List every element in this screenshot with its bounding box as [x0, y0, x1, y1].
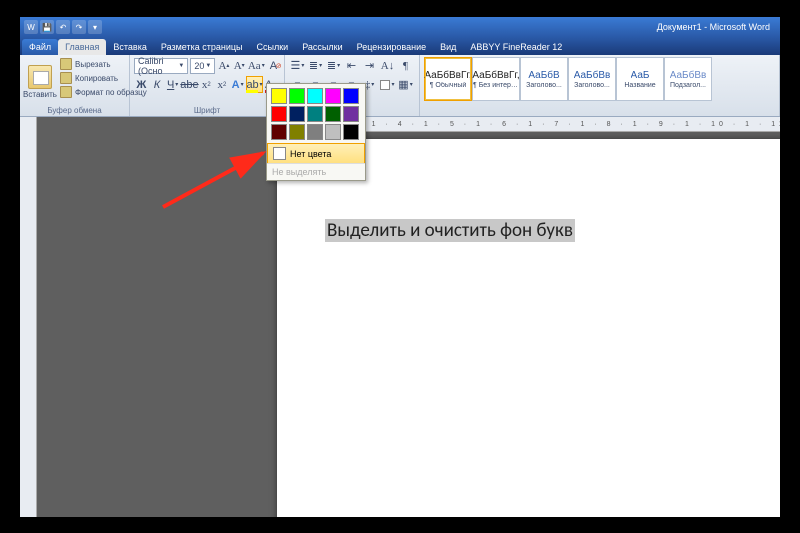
style-card[interactable]: АаБбВвЗаголово... [568, 57, 616, 101]
window-title: Документ1 - Microsoft Word [657, 22, 770, 32]
copy-icon [60, 72, 72, 84]
undo-icon[interactable]: ↶ [56, 20, 70, 34]
decrease-indent-button[interactable]: ⇤ [343, 57, 360, 74]
quick-access-toolbar: W 💾 ↶ ↷ ▾ [24, 20, 102, 34]
tab-view[interactable]: Вид [433, 39, 463, 55]
brush-icon [60, 86, 72, 98]
underline-button[interactable]: Ч▾ [165, 76, 180, 93]
change-case-button[interactable]: Aa▾ [248, 57, 265, 74]
workspace: · 1 · 2 · 3 · 1 · 4 · 1 · 5 · 1 · 6 · 1 … [20, 117, 780, 517]
group-styles: АаБбВвГг,¶ ОбычныйАаБбВвГг,¶ Без интерв.… [420, 55, 780, 116]
style-card[interactable]: АаБбВЗаголово... [520, 57, 568, 101]
style-card[interactable]: АаБбВвГг,¶ Без интерв... [472, 57, 520, 101]
color-swatch[interactable] [325, 124, 341, 140]
document-body-text[interactable]: Выделить и очистить фон букв [325, 219, 575, 242]
color-swatch[interactable] [289, 88, 305, 104]
shading-button[interactable]: ▾ [379, 76, 396, 93]
color-swatch[interactable] [307, 88, 323, 104]
tab-mailings[interactable]: Рассылки [295, 39, 349, 55]
style-card[interactable]: АаБНазвание [616, 57, 664, 101]
no-color-swatch [273, 147, 286, 160]
scissors-icon [60, 58, 72, 70]
paste-icon [28, 65, 52, 89]
multilevel-list-button[interactable]: ≣▾ [325, 57, 342, 74]
styles-gallery[interactable]: АаБбВвГг,¶ ОбычныйАаБбВвГг,¶ Без интерв.… [424, 57, 775, 101]
tab-page-layout[interactable]: Разметка страницы [154, 39, 250, 55]
borders-button[interactable]: ▦▾ [397, 76, 414, 93]
color-swatch[interactable] [325, 106, 341, 122]
style-card[interactable]: АаБбВвПодзагол... [664, 57, 712, 101]
color-swatch[interactable] [343, 106, 359, 122]
color-swatch[interactable] [307, 106, 323, 122]
style-card[interactable]: АаБбВвГг,¶ Обычный [424, 57, 472, 101]
strikethrough-button[interactable]: abe [181, 76, 198, 93]
color-swatch[interactable] [343, 124, 359, 140]
save-icon[interactable]: 💾 [40, 20, 54, 34]
tab-review[interactable]: Рецензирование [350, 39, 434, 55]
increase-indent-button[interactable]: ⇥ [361, 57, 378, 74]
color-swatch[interactable] [307, 124, 323, 140]
word-icon[interactable]: W [24, 20, 38, 34]
tab-insert[interactable]: Вставка [106, 39, 153, 55]
vertical-ruler[interactable] [20, 117, 37, 517]
no-color-item[interactable]: Нет цвета [267, 143, 365, 164]
word-window: W 💾 ↶ ↷ ▾ Документ1 - Microsoft Word Фай… [20, 17, 780, 517]
subscript-button[interactable]: x2 [199, 76, 214, 93]
color-swatch[interactable] [289, 124, 305, 140]
shrink-font-button[interactable]: A▾ [233, 57, 246, 74]
grow-font-button[interactable]: A▴ [217, 57, 230, 74]
tab-abbyy[interactable]: ABBYY FineReader 12 [463, 39, 569, 55]
group-clipboard: Вставить Вырезать Копировать Формат по о… [20, 55, 130, 116]
font-size-combo[interactable]: 20▼ [190, 58, 215, 74]
title-bar: W 💾 ↶ ↷ ▾ Документ1 - Microsoft Word [20, 17, 780, 37]
tab-file[interactable]: Файл [22, 39, 58, 55]
qat-customize-icon[interactable]: ▾ [88, 20, 102, 34]
group-label-font: Шрифт [134, 106, 280, 116]
color-swatch[interactable] [271, 88, 287, 104]
text-effects-button[interactable]: A▾ [230, 76, 245, 93]
group-font: Calibri (Осно▼ 20▼ A▴ A▾ Aa▾ A⊘ Ж К Ч▾ a… [130, 55, 285, 116]
clear-formatting-button[interactable]: A⊘ [267, 57, 280, 74]
tab-references[interactable]: Ссылки [250, 39, 296, 55]
sort-button[interactable]: A↓ [379, 57, 396, 74]
group-label-clipboard: Буфер обмена [24, 106, 125, 116]
highlight-color-dropdown: Нет цвета Не выделять [266, 83, 366, 181]
ribbon: Вставить Вырезать Копировать Формат по о… [20, 55, 780, 117]
color-swatches [267, 84, 365, 144]
tab-home[interactable]: Главная [58, 39, 106, 55]
stop-highlight-item[interactable]: Не выделять [267, 163, 365, 180]
highlight-color-button[interactable]: ab▾ [246, 76, 263, 93]
color-swatch[interactable] [325, 88, 341, 104]
bold-button[interactable]: Ж [134, 76, 149, 93]
color-swatch[interactable] [343, 88, 359, 104]
font-name-combo[interactable]: Calibri (Осно▼ [134, 58, 188, 74]
color-swatch[interactable] [271, 106, 287, 122]
italic-button[interactable]: К [150, 76, 165, 93]
document-page[interactable]: Выделить и очистить фон букв [277, 139, 780, 517]
show-marks-button[interactable]: ¶ [397, 57, 414, 74]
bullets-button[interactable]: ☰▾ [289, 57, 306, 74]
numbering-button[interactable]: ≣▾ [307, 57, 324, 74]
redo-icon[interactable]: ↷ [72, 20, 86, 34]
superscript-button[interactable]: x2 [215, 76, 230, 93]
paste-label: Вставить [23, 90, 57, 99]
color-swatch[interactable] [271, 124, 287, 140]
paste-button[interactable]: Вставить [24, 57, 56, 106]
ribbon-tabs: Файл Главная Вставка Разметка страницы С… [20, 37, 780, 55]
color-swatch[interactable] [289, 106, 305, 122]
